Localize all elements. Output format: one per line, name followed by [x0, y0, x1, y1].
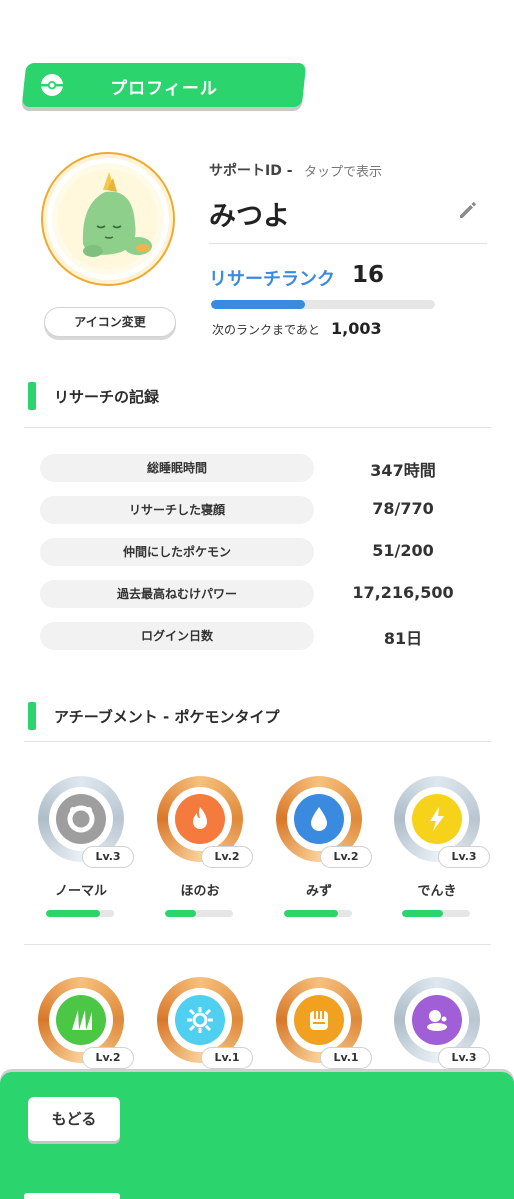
stat-label: 過去最高ねむけパワー: [40, 580, 314, 608]
achievement-level-badge: Lv.3: [82, 846, 134, 868]
section-title: リサーチの記録: [54, 388, 160, 406]
electric-type-icon: [412, 794, 462, 844]
achievement-progress-bar: [165, 910, 233, 917]
stat-row: 過去最高ねむけパワー 17,216,500: [40, 580, 470, 608]
achievement-name: ほのお: [180, 884, 220, 899]
stat-value: 81日: [383, 629, 423, 648]
achievement-name: ノーマル: [54, 884, 107, 899]
support-id-label: サポートID -: [209, 163, 293, 179]
achievement-progress-bar: [284, 910, 352, 917]
achievement-fire-type[interactable]: Lv.2 ほのお: [157, 776, 257, 936]
section-accent-bar: [28, 382, 36, 410]
achievement-water-type[interactable]: Lv.2 みず: [276, 776, 376, 936]
achievement-progress-bar: [46, 910, 114, 917]
pencil-icon[interactable]: [456, 198, 480, 222]
water-type-icon: [294, 794, 344, 844]
achievement-progress-fill: [402, 910, 443, 917]
fire-type-icon: [175, 794, 225, 844]
stat-value: 78/770: [372, 499, 434, 518]
stat-row: 総睡眠時間 347時間: [40, 454, 470, 482]
stat-label: 総睡眠時間: [40, 454, 314, 482]
support-id-reveal[interactable]: タップで表示: [304, 161, 382, 180]
research-rank-label: リサーチランク: [209, 269, 335, 290]
section-title: アチーブメント - ポケモンタイプ: [54, 708, 280, 726]
stat-value: 51/200: [372, 541, 434, 560]
stat-row: リサーチした寝顔 78/770: [40, 496, 470, 524]
next-rank-label: 次のランクまであと: [212, 323, 320, 337]
achievement-electric-type[interactable]: Lv.3 でんき: [394, 776, 494, 936]
stat-label: リサーチした寝顔: [40, 496, 314, 524]
rank-progress-fill: [211, 300, 306, 309]
avatar-pokemon-image: [52, 163, 164, 275]
stat-label: 仲間にしたポケモン: [40, 538, 314, 566]
section-accent-bar: [28, 702, 36, 730]
fighting-type-icon: [294, 995, 344, 1045]
stat-value: 17,216,500: [352, 583, 454, 602]
profile-header-banner: プロフィール: [21, 63, 307, 107]
bottom-sheet: もどる: [0, 1072, 514, 1199]
achievements-section-header: アチーブメント - ポケモンタイプ: [24, 702, 491, 742]
name-divider: [209, 243, 487, 244]
records-section-header: リサーチの記録: [24, 382, 491, 428]
achievement-row-divider: [24, 944, 491, 945]
stat-row: ログイン日数 81日: [40, 622, 470, 650]
achievement-name: でんき: [417, 884, 457, 899]
rank-progress-bar: [211, 300, 435, 309]
poison-type-icon: [412, 995, 462, 1045]
normal-type-icon: [56, 794, 106, 844]
research-rank-value: 16: [352, 262, 385, 288]
achievement-name: みず: [305, 884, 332, 899]
achievement-normal-type[interactable]: Lv.3 ノーマル: [38, 776, 138, 936]
grass-type-icon: [56, 995, 106, 1045]
achievement-progress-fill: [284, 910, 339, 917]
change-icon-button[interactable]: アイコン変更: [44, 307, 176, 337]
achievement-progress-bar: [402, 910, 470, 917]
achievement-level-badge: Lv.1: [320, 1047, 372, 1069]
ice-type-icon: [175, 995, 225, 1045]
stat-value: 347時間: [370, 461, 436, 480]
achievement-level-badge: Lv.3: [438, 846, 490, 868]
achievement-level-badge: Lv.1: [201, 1047, 253, 1069]
next-rank-value: 1,003: [331, 319, 382, 338]
achievement-level-badge: Lv.2: [201, 846, 253, 868]
achievement-level-badge: Lv.3: [438, 1047, 490, 1069]
stat-row: 仲間にしたポケモン 51/200: [40, 538, 470, 566]
achievement-level-badge: Lv.2: [82, 1047, 134, 1069]
player-name: みつよ: [209, 201, 290, 232]
back-button[interactable]: もどる: [28, 1097, 120, 1141]
stat-label: ログイン日数: [40, 622, 314, 650]
achievement-progress-fill: [165, 910, 196, 917]
avatar[interactable]: [41, 152, 175, 286]
achievement-level-badge: Lv.2: [320, 846, 372, 868]
achievement-progress-fill: [46, 910, 101, 917]
page-title: プロフィール: [110, 79, 218, 99]
peek-tab: [24, 1193, 120, 1199]
